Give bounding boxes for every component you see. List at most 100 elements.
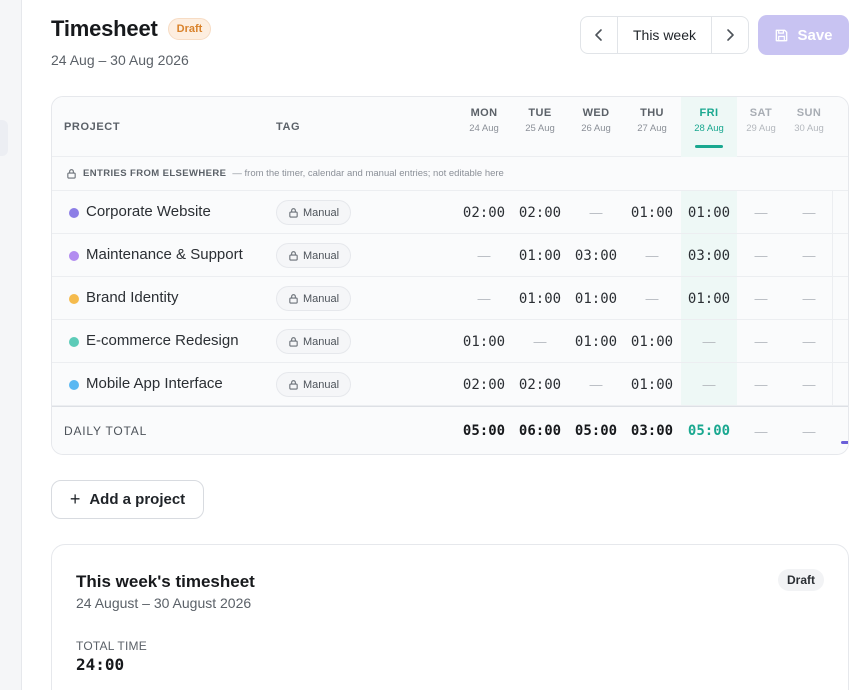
- time-cell-tue: 01:00: [518, 247, 562, 264]
- grid-header: PROJECT TAG MON 24 Aug TUE 25 Aug WED 26…: [52, 97, 848, 157]
- tag-label: Manual: [302, 292, 340, 305]
- lock-icon: [289, 337, 298, 347]
- external-entries-notice: ENTRIES FROM ELSEWHERE — from the timer,…: [52, 157, 848, 191]
- time-cell-sun: —: [802, 291, 816, 306]
- table-row: Maintenance & Support Manual — 01:00 03:00 — 0…: [52, 234, 848, 277]
- project-name: Maintenance & Support: [86, 246, 243, 263]
- week-label[interactable]: This week: [618, 17, 711, 53]
- lock-icon: [289, 208, 298, 218]
- day-header-sun: SUN 30 Aug: [781, 97, 837, 157]
- tag-label: Manual: [302, 249, 340, 262]
- chevron-left-icon: [595, 29, 602, 41]
- time-cell-tue: 02:00: [518, 376, 562, 393]
- daily-total-sun: —: [802, 423, 816, 439]
- plus-icon: +: [69, 489, 81, 509]
- status-badge: Draft: [167, 18, 212, 40]
- day-name: WED: [582, 107, 610, 119]
- tag-pill: Manual: [276, 329, 351, 354]
- add-project-label: Add a project: [89, 491, 186, 508]
- save-button-label: Save: [797, 26, 833, 44]
- total-time-label: TOTAL TIME: [76, 639, 147, 653]
- time-cell-tue: 02:00: [518, 204, 562, 221]
- time-cell-tue: 01:00: [518, 290, 562, 307]
- time-cell-wed: —: [589, 205, 603, 220]
- tag-label: Manual: [302, 206, 340, 219]
- previous-week-button[interactable]: [581, 17, 618, 53]
- daily-total-row: DAILY TOTAL 05:00 06:00 05:00 03:00 05:00— —: [52, 406, 848, 454]
- day-date: 27 Aug: [637, 123, 667, 134]
- left-sidebar-rail: [0, 0, 22, 690]
- time-cell-sun: —: [802, 377, 816, 392]
- project-color-dot: [69, 294, 79, 304]
- horizontal-scroll-indicator[interactable]: [841, 441, 848, 444]
- day-date: 28 Aug: [694, 123, 724, 134]
- day-header-fri: FRI 28 Aug: [681, 97, 737, 157]
- time-cell-wed: 01:00: [574, 333, 618, 350]
- project-name: E-commerce Redesign: [86, 332, 239, 349]
- time-cell-wed: 01:00: [574, 290, 618, 307]
- day-name: FRI: [699, 107, 719, 119]
- time-cell-fri: 03:00: [687, 247, 731, 264]
- project-color-dot: [69, 380, 79, 390]
- daily-total-fri: 05:00: [687, 423, 731, 439]
- today-indicator: [695, 145, 723, 148]
- time-cell-mon: 02:00: [462, 204, 506, 221]
- next-week-button[interactable]: [711, 17, 748, 53]
- lock-icon: [289, 380, 298, 390]
- lock-icon: [289, 251, 298, 261]
- tag-label: Manual: [302, 378, 340, 391]
- add-project-button[interactable]: + Add a project: [51, 480, 204, 519]
- day-header-thu: THU 27 Aug: [624, 97, 680, 157]
- lock-icon: [67, 169, 76, 179]
- notice-title: ENTRIES FROM ELSEWHERE: [83, 168, 227, 179]
- time-cell-thu: —: [645, 248, 659, 263]
- tag-pill: Manual: [276, 372, 351, 397]
- time-cell-sun: —: [802, 205, 816, 220]
- table-row: Brand Identity Manual —01:00 01:00—01:00— —: [52, 277, 848, 320]
- notice-text: — from the timer, calendar and manual en…: [232, 168, 504, 179]
- day-date: 25 Aug: [525, 123, 555, 134]
- tag-pill: Manual: [276, 200, 351, 225]
- time-cell-mon: 02:00: [462, 376, 506, 393]
- summary-title: This week's timesheet: [76, 572, 255, 591]
- tag-label: Manual: [302, 335, 340, 348]
- save-button[interactable]: Save: [758, 15, 849, 55]
- time-cell-fri: —: [702, 377, 716, 392]
- table-row: E-commerce Redesign Manual 01:00 — 01:00 01:0…: [52, 320, 848, 363]
- day-header-wed: WED 26 Aug: [568, 97, 624, 157]
- tag-pill: Manual: [276, 286, 351, 311]
- chevron-right-icon: [727, 29, 734, 41]
- timesheet-summary-card: This week's timesheet 24 August – 30 Aug…: [51, 544, 849, 690]
- day-name: THU: [640, 107, 664, 119]
- column-header-project: PROJECT: [64, 121, 121, 133]
- time-cell-fri: —: [702, 334, 716, 349]
- time-cell-mon: —: [477, 248, 491, 263]
- daily-total-wed: 05:00: [574, 423, 618, 439]
- daily-total-thu: 03:00: [630, 423, 674, 439]
- time-cell-mon: —: [477, 291, 491, 306]
- week-navigator: This week: [580, 16, 749, 54]
- time-cell-fri: 01:00: [687, 290, 731, 307]
- sidebar-active-indicator: [0, 120, 8, 156]
- time-cell-fri: 01:00: [687, 204, 731, 221]
- day-name: MON: [470, 107, 498, 119]
- day-date: 30 Aug: [794, 123, 824, 134]
- project-color-dot: [69, 337, 79, 347]
- day-date: 24 Aug: [469, 123, 499, 134]
- column-header-tag: TAG: [276, 121, 301, 133]
- project-color-dot: [69, 208, 79, 218]
- day-date: 26 Aug: [581, 123, 611, 134]
- table-row: Mobile App Interface Manual 02:00 02:00 — 01:…: [52, 363, 848, 406]
- time-cell-wed: 03:00: [574, 247, 618, 264]
- time-cell-thu: 01:00: [630, 376, 674, 393]
- time-cell-thu: 01:00: [630, 204, 674, 221]
- time-cell-sun: —: [802, 334, 816, 349]
- page-title: Timesheet: [51, 16, 158, 41]
- summary-status-badge: Draft: [777, 569, 824, 591]
- day-name: SUN: [796, 107, 822, 119]
- floppy-disk-icon: [776, 29, 788, 41]
- time-cell-mon: 01:00: [462, 333, 506, 350]
- project-name: Corporate Website: [86, 203, 211, 220]
- day-header-tue: TUE 25 Aug: [512, 97, 568, 157]
- daily-total-tue: 06:00: [518, 423, 562, 439]
